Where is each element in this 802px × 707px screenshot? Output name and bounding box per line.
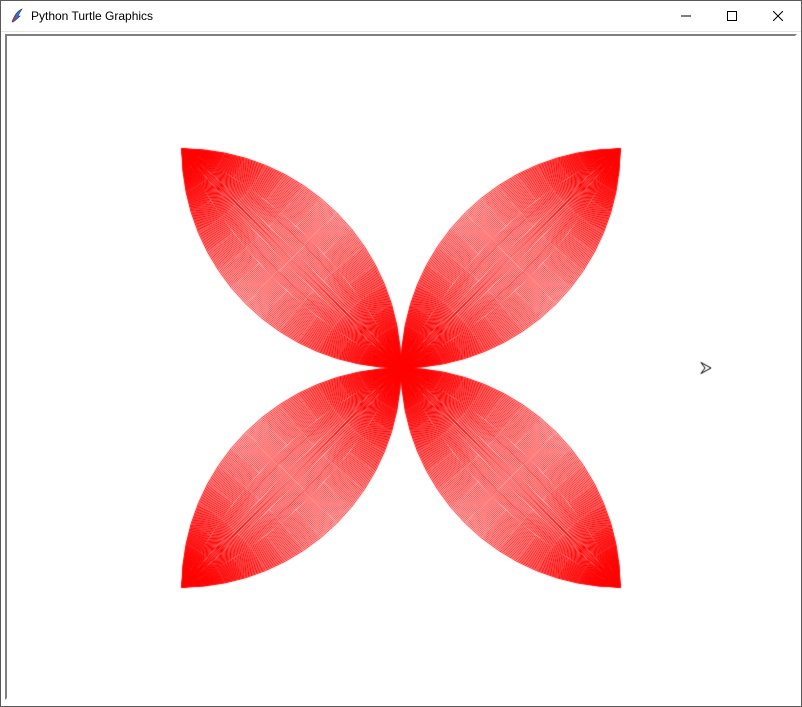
window-title: Python Turtle Graphics: [31, 9, 663, 23]
turtle-canvas-frame: [5, 34, 797, 700]
titlebar[interactable]: Python Turtle Graphics: [1, 1, 801, 32]
app-window: Python Turtle Graphics: [0, 0, 802, 707]
tk-feather-icon: [9, 8, 25, 24]
client-area: [1, 32, 801, 706]
minimize-button[interactable]: [663, 1, 709, 31]
maximize-button[interactable]: [709, 1, 755, 31]
maximize-icon: [727, 11, 737, 21]
turtle-canvas: [7, 36, 795, 698]
window-controls: [663, 1, 801, 31]
close-button[interactable]: [755, 1, 801, 31]
close-icon: [773, 11, 783, 21]
minimize-icon: [681, 11, 691, 21]
